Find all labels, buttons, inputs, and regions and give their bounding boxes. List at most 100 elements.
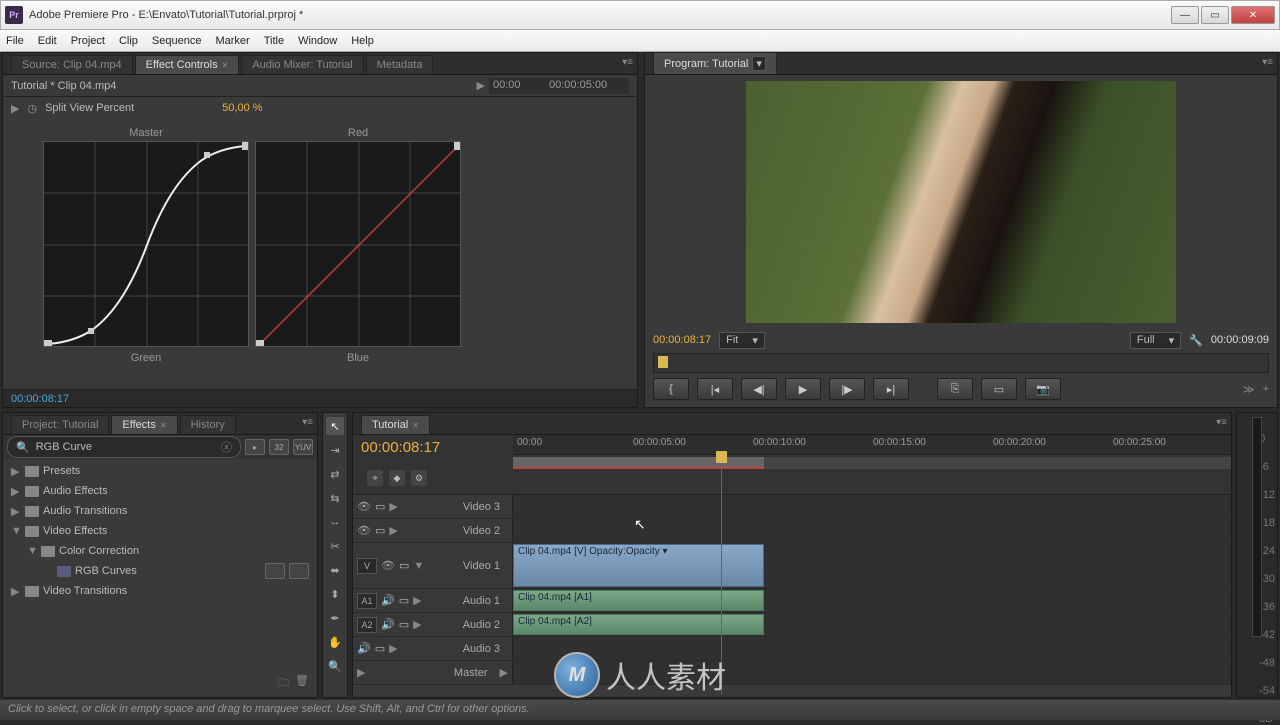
hand-tool[interactable]: ✋ xyxy=(326,633,344,651)
timeline-timecode[interactable]: 00:00:08:17 xyxy=(361,439,505,456)
lock-icon[interactable]: ▭ xyxy=(375,500,385,513)
step-forward-button[interactable]: |▶ xyxy=(829,378,865,400)
eye-icon[interactable]: 👁 xyxy=(357,524,371,537)
menu-edit[interactable]: Edit xyxy=(38,35,57,47)
selection-tool[interactable]: ↖ xyxy=(326,417,344,435)
speaker-icon[interactable]: 🔊 xyxy=(381,594,395,607)
lock-icon[interactable]: ▭ xyxy=(399,559,409,572)
trash-icon[interactable]: 🗑 xyxy=(295,674,309,693)
more-controls-icon[interactable]: ≫ xyxy=(1243,383,1255,396)
panel-menu-icon[interactable]: ▾≡ xyxy=(1216,417,1227,428)
lock-icon[interactable]: ▭ xyxy=(375,524,385,537)
add-button-icon[interactable]: + xyxy=(1263,383,1269,395)
menu-title[interactable]: Title xyxy=(264,35,284,47)
close-icon[interactable]: ✕ xyxy=(222,61,229,70)
tree-video-effects[interactable]: ▼Video Effects xyxy=(3,521,317,541)
zoom-fit-dropdown[interactable]: Fit▾ xyxy=(719,332,765,349)
razor-tool[interactable]: ✂ xyxy=(326,537,344,555)
disclosure-triangle-icon[interactable]: ▶ xyxy=(11,102,19,115)
go-to-out-button[interactable]: ▸| xyxy=(873,378,909,400)
chevron-down-icon[interactable]: ▾ xyxy=(752,56,766,71)
marker-icon[interactable]: ◆ xyxy=(389,470,405,486)
track-target-badge[interactable]: A2 xyxy=(357,617,377,633)
32bit-icon[interactable]: 32 xyxy=(269,439,289,455)
mark-in-button[interactable]: { xyxy=(653,378,689,400)
speaker-icon[interactable]: 🔊 xyxy=(381,618,395,631)
timeline-clip-audio1[interactable]: Clip 04.mp4 [A1] xyxy=(513,590,764,611)
slip-tool[interactable]: ⬌ xyxy=(326,561,344,579)
tab-audio-mixer[interactable]: Audio Mixer: Tutorial xyxy=(241,55,363,74)
close-icon[interactable]: ✕ xyxy=(412,421,419,430)
menu-help[interactable]: Help xyxy=(351,35,374,47)
close-icon[interactable]: ✕ xyxy=(160,421,167,430)
chevron-right-icon[interactable]: ▶ xyxy=(477,79,485,92)
minimize-button[interactable]: — xyxy=(1171,6,1199,24)
menu-clip[interactable]: Clip xyxy=(119,35,138,47)
tree-rgb-curves[interactable]: RGB Curves xyxy=(3,561,317,581)
extract-button[interactable]: ▭ xyxy=(981,378,1017,400)
tab-source[interactable]: Source: Clip 04.mp4 xyxy=(11,55,133,74)
timeline-ruler[interactable]: 00:00 00:00:05:00 00:00:10:00 00:00:15:0… xyxy=(513,435,1231,455)
tab-project[interactable]: Project: Tutorial xyxy=(11,415,109,434)
wrench-icon[interactable]: 🔧 xyxy=(1189,334,1203,347)
search-input[interactable] xyxy=(36,441,215,453)
curve-red[interactable] xyxy=(255,141,461,347)
track-select-tool[interactable]: ⇥ xyxy=(326,441,344,459)
tree-video-transitions[interactable]: ▶Video Transitions xyxy=(3,581,317,601)
lock-icon[interactable]: ▭ xyxy=(399,594,409,607)
tree-audio-transitions[interactable]: ▶Audio Transitions xyxy=(3,501,317,521)
panel-menu-icon[interactable]: ▾≡ xyxy=(622,57,633,68)
tab-effect-controls[interactable]: Effect Controls✕ xyxy=(135,55,240,74)
snap-icon[interactable]: ⌖ xyxy=(367,470,383,486)
speaker-icon[interactable]: 🔊 xyxy=(357,642,371,655)
menu-sequence[interactable]: Sequence xyxy=(152,35,202,47)
tab-metadata[interactable]: Metadata xyxy=(366,55,434,74)
menu-marker[interactable]: Marker xyxy=(215,35,249,47)
work-area-bar[interactable] xyxy=(513,457,1231,469)
export-frame-button[interactable]: 📷 xyxy=(1025,378,1061,400)
play-button[interactable]: ▶ xyxy=(785,378,821,400)
marker-icon[interactable] xyxy=(658,356,668,368)
clock-icon[interactable]: ◷ xyxy=(27,102,37,115)
effect-timecode[interactable]: 00:00:08:17 xyxy=(11,393,69,405)
fx-badge-icon[interactable]: ▸ xyxy=(245,439,265,455)
tab-sequence[interactable]: Tutorial✕ xyxy=(361,415,430,434)
program-scrubber[interactable] xyxy=(653,353,1269,373)
panel-menu-icon[interactable]: ▾≡ xyxy=(1262,57,1273,68)
rolling-edit-tool[interactable]: ⇆ xyxy=(326,489,344,507)
eye-icon[interactable]: 👁 xyxy=(381,559,395,572)
menu-project[interactable]: Project xyxy=(71,35,105,47)
go-to-in-button[interactable]: |◂ xyxy=(697,378,733,400)
track-target-badge[interactable]: A1 xyxy=(357,593,377,609)
new-bin-icon[interactable]: 🗀 xyxy=(278,674,289,693)
tab-effects[interactable]: Effects✕ xyxy=(111,415,177,434)
lock-icon[interactable]: ▭ xyxy=(399,618,409,631)
tab-history[interactable]: History xyxy=(180,415,236,434)
close-button[interactable]: ✕ xyxy=(1231,6,1275,24)
program-viewport[interactable] xyxy=(746,81,1176,323)
tree-color-correction[interactable]: ▼Color Correction xyxy=(3,541,317,561)
menu-file[interactable]: File xyxy=(6,35,24,47)
quality-dropdown[interactable]: Full▾ xyxy=(1130,332,1181,349)
lift-button[interactable]: ⎘ xyxy=(937,378,973,400)
yuv-icon[interactable]: YUV xyxy=(293,439,313,455)
pen-tool[interactable]: ✒ xyxy=(326,609,344,627)
step-back-button[interactable]: ◀| xyxy=(741,378,777,400)
slide-tool[interactable]: ⬍ xyxy=(326,585,344,603)
menu-window[interactable]: Window xyxy=(298,35,337,47)
track-target-badge[interactable]: V xyxy=(357,558,377,574)
tree-presets[interactable]: ▶Presets xyxy=(3,461,317,481)
ripple-edit-tool[interactable]: ⇄ xyxy=(326,465,344,483)
rate-stretch-tool[interactable]: ↔ xyxy=(326,513,344,531)
curve-master[interactable] xyxy=(43,141,249,347)
timeline-clip-audio2[interactable]: Clip 04.mp4 [A2] xyxy=(513,614,764,635)
zoom-tool[interactable]: 🔍 xyxy=(326,657,344,675)
split-view-value[interactable]: 50,00 % xyxy=(222,102,262,114)
program-timecode-in[interactable]: 00:00:08:17 xyxy=(653,334,711,346)
clear-search-icon[interactable]: ⓧ xyxy=(221,439,232,455)
eye-icon[interactable]: 👁 xyxy=(357,500,371,513)
panel-menu-icon[interactable]: ▾≡ xyxy=(302,417,313,428)
effects-search[interactable]: 🔍 ⓧ xyxy=(7,436,241,458)
settings-icon[interactable]: ⚙ xyxy=(411,470,427,486)
lock-icon[interactable]: ▭ xyxy=(375,642,385,655)
